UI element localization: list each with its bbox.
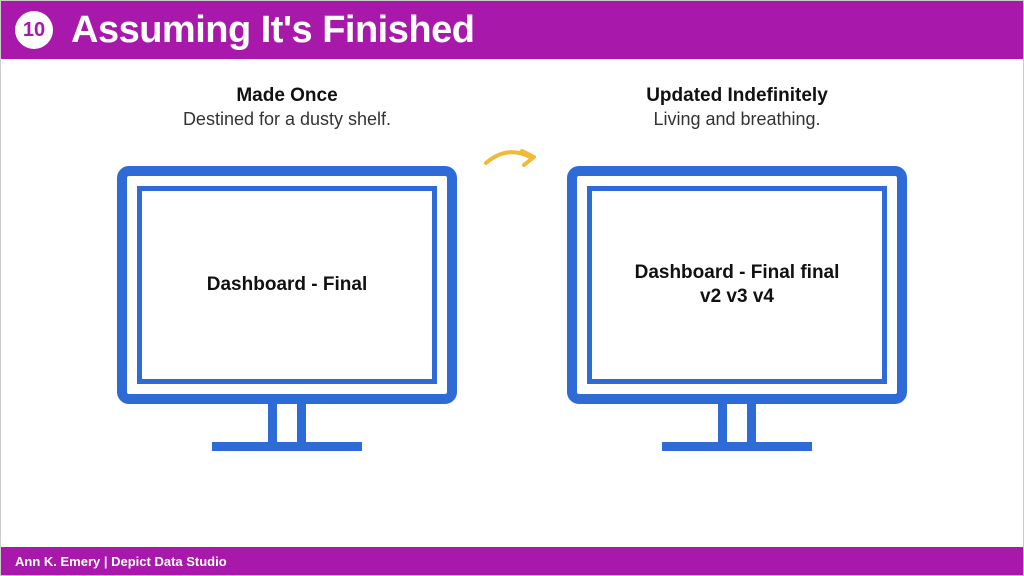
monitor-frame-inner: Dashboard - Final: [137, 186, 437, 384]
left-monitor: Dashboard - Final: [117, 166, 457, 451]
slide-footer: Ann K. Emery | Depict Data Studio: [1, 547, 1023, 575]
left-screen-text-line1: Dashboard - Final: [207, 273, 367, 297]
monitor-frame-outer: Dashboard - Final: [117, 166, 457, 404]
right-monitor: Dashboard - Final final v2 v3 v4: [567, 166, 907, 451]
right-column-title: Updated Indefinitely: [646, 85, 828, 107]
slide-title: Assuming It's Finished: [71, 9, 474, 52]
right-column: Updated Indefinitely Living and breathin…: [542, 85, 932, 547]
monitor-stand-base: [662, 442, 812, 451]
arrow-icon: [482, 143, 542, 173]
slide-header: 10 Assuming It's Finished: [1, 1, 1023, 59]
right-screen-text-line1: Dashboard - Final final: [635, 261, 840, 285]
monitor-stand-neck: [718, 404, 756, 442]
right-column-subtitle: Living and breathing.: [653, 109, 820, 130]
right-screen-text-line2: v2 v3 v4: [700, 285, 774, 309]
left-column: Made Once Destined for a dusty shelf. Da…: [92, 85, 482, 547]
slide-number: 10: [23, 19, 45, 42]
slide-number-badge: 10: [15, 11, 53, 49]
footer-text: Ann K. Emery | Depict Data Studio: [15, 554, 227, 569]
monitor-stand-neck: [268, 404, 306, 442]
monitor-stand-base: [212, 442, 362, 451]
left-column-title: Made Once: [236, 85, 337, 107]
monitor-frame-inner: Dashboard - Final final v2 v3 v4: [587, 186, 887, 384]
left-column-subtitle: Destined for a dusty shelf.: [183, 109, 391, 130]
slide-body: Made Once Destined for a dusty shelf. Da…: [1, 59, 1023, 547]
monitor-frame-outer: Dashboard - Final final v2 v3 v4: [567, 166, 907, 404]
